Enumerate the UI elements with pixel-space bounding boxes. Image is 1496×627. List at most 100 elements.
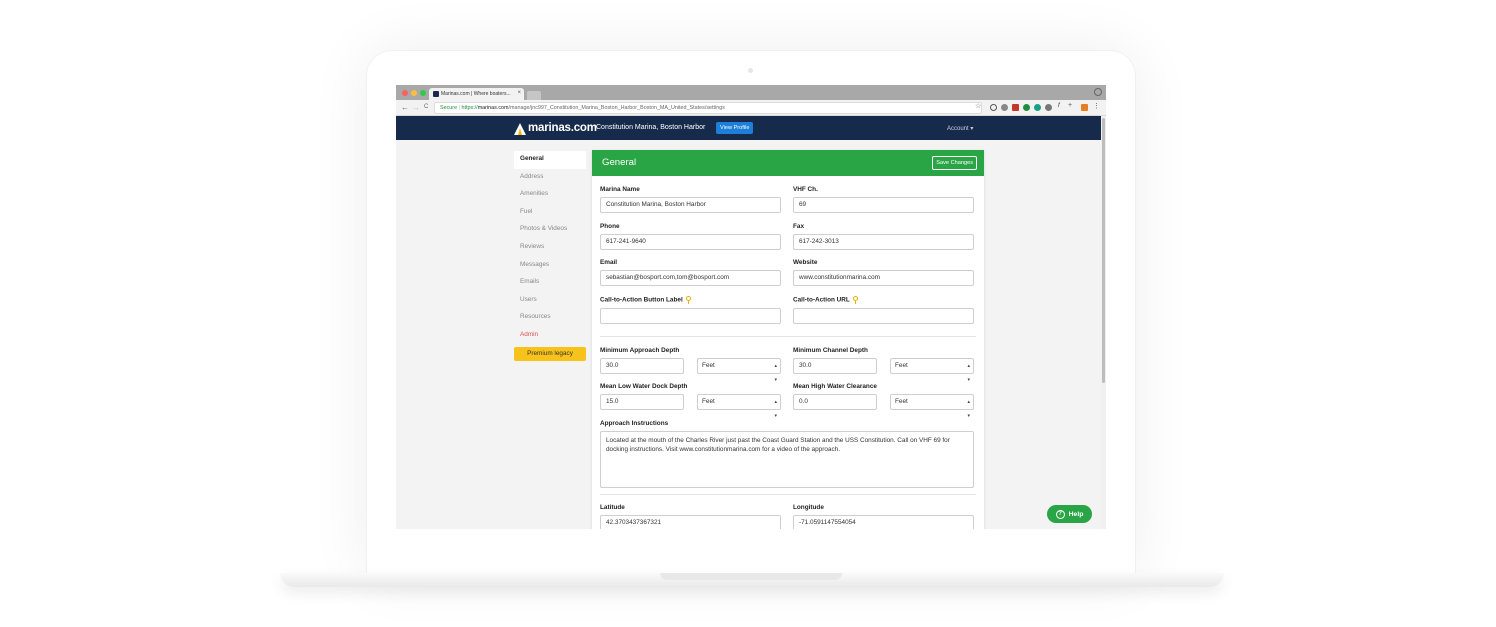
- website-label: Website: [793, 259, 818, 266]
- website-input[interactable]: www.constitutionmarina.com: [793, 270, 974, 286]
- sidebar-item-emails[interactable]: Emails: [514, 274, 586, 292]
- marina-name-label: Marina Name: [600, 186, 640, 193]
- min-approach-depth-unit-select[interactable]: Feet ▴ ▾: [697, 358, 781, 383]
- card-title: General: [602, 157, 637, 168]
- approach-instructions-textarea[interactable]: Located at the mouth of the Charles Rive…: [600, 431, 974, 488]
- key-icon: [852, 296, 858, 304]
- min-approach-depth-input[interactable]: 30.0: [600, 358, 684, 374]
- tab-close-icon[interactable]: ×: [517, 90, 521, 96]
- browser-menu-icon[interactable]: ⋮: [1093, 102, 1100, 110]
- save-changes-button[interactable]: Save Changes: [932, 156, 977, 170]
- vhf-channel-label: VHF Ch.: [793, 186, 818, 193]
- browser-toolbar: ← → C Secure | https://marinas.com/manag…: [396, 100, 1106, 116]
- sidebar-item-general[interactable]: General: [514, 151, 586, 169]
- sidebar-item-resources[interactable]: Resources: [514, 309, 586, 327]
- sidebar-item-amenities[interactable]: Amenities: [514, 186, 586, 204]
- cta-url-input[interactable]: [793, 308, 974, 324]
- camera-dot: [748, 68, 753, 73]
- forward-icon[interactable]: →: [412, 103, 420, 112]
- select-arrows-icon: ▴ ▾: [774, 363, 777, 383]
- account-menu[interactable]: Account ▾: [947, 125, 973, 132]
- phone-label: Phone: [600, 223, 620, 230]
- browser-profile-icon[interactable]: [1094, 88, 1102, 96]
- marina-name-input[interactable]: Constitution Marina, Boston Harbor: [600, 197, 781, 213]
- section-divider: [600, 494, 976, 495]
- premium-legacy-badge[interactable]: Premium legacy: [514, 346, 586, 361]
- brand-name: marinas.com: [528, 122, 597, 134]
- sidebar-item-photos-videos[interactable]: Photos & Videos: [514, 221, 586, 239]
- extension-fx-icon[interactable]: f: [1058, 103, 1065, 110]
- fax-label: Fax: [793, 223, 805, 230]
- screen: Marinas.com | Where boaters... × ← → C S…: [396, 85, 1106, 529]
- sidebar-item-address[interactable]: Address: [514, 169, 586, 187]
- back-icon[interactable]: ←: [401, 103, 409, 112]
- key-icon: [685, 296, 691, 304]
- select-arrows-icon: ▴ ▾: [774, 399, 777, 419]
- url-scheme: https://: [461, 105, 478, 111]
- browser-tab[interactable]: Marinas.com | Where boaters... ×: [429, 88, 524, 100]
- sidebar-item-admin[interactable]: Admin: [514, 327, 586, 345]
- min-channel-depth-input[interactable]: 30.0: [793, 358, 877, 374]
- new-tab-button[interactable]: [527, 91, 541, 100]
- fax-input[interactable]: 617-242-3013: [793, 234, 974, 250]
- approach-instructions-label: Approach Instructions: [600, 420, 669, 427]
- settings-sidebar: General Address Amenities Fuel Photos & …: [514, 151, 586, 361]
- page-scrollbar[interactable]: [1101, 116, 1106, 529]
- extension-shield-icon[interactable]: [1001, 104, 1008, 111]
- min-channel-depth-unit-select[interactable]: Feet ▴ ▾: [890, 358, 974, 383]
- select-arrows-icon: ▴ ▾: [967, 363, 970, 383]
- latitude-input[interactable]: 42.3703437367321: [600, 515, 781, 529]
- reload-icon[interactable]: C: [424, 104, 428, 110]
- extension-grammarly-icon[interactable]: [1034, 104, 1041, 111]
- min-approach-depth-unit: Feet: [702, 362, 715, 369]
- scrollbar-thumb[interactable]: [1102, 118, 1105, 383]
- marina-title: Constitution Marina, Boston Harbor: [596, 124, 706, 131]
- extension-orange-icon[interactable]: [1081, 104, 1088, 111]
- card-header: General Save Changes: [592, 150, 984, 176]
- extension-info-icon[interactable]: [990, 104, 997, 111]
- mhw-clearance-input[interactable]: 0.0: [793, 394, 877, 410]
- help-button[interactable]: ? Help: [1047, 505, 1092, 523]
- browser-tab-bar: Marinas.com | Where boaters... ×: [396, 85, 1106, 100]
- help-label: Help: [1068, 510, 1084, 518]
- extension-gray-icon[interactable]: [1045, 104, 1052, 111]
- email-input[interactable]: sebastian@bosport.com,tom@bosport.com: [600, 270, 781, 286]
- marinas-logo-mark-icon: [514, 122, 526, 135]
- close-window-icon[interactable]: [402, 90, 408, 96]
- bookmark-star-icon[interactable]: ☆: [975, 102, 981, 110]
- address-bar[interactable]: Secure | https://marinas.com/manage/jnc9…: [434, 102, 982, 114]
- laptop-mockup: Marinas.com | Where boaters... × ← → C S…: [0, 0, 1496, 627]
- url-host: marinas.com: [477, 105, 509, 111]
- mlw-dock-depth-unit-select[interactable]: Feet ▴ ▾: [697, 394, 781, 419]
- mlw-dock-depth-unit: Feet: [702, 398, 715, 405]
- marinas-logo[interactable]: marinas.com: [514, 121, 597, 135]
- maximize-window-icon[interactable]: [420, 90, 426, 96]
- extension-green-icon[interactable]: [1023, 104, 1030, 111]
- longitude-label: Longitude: [793, 504, 824, 511]
- email-label: Email: [600, 259, 618, 266]
- sidebar-item-fuel[interactable]: Fuel: [514, 204, 586, 222]
- longitude-input[interactable]: -71.0591147554054: [793, 515, 974, 529]
- website: marinas.com Constitution Marina, Boston …: [396, 116, 1101, 529]
- phone-input[interactable]: 617-241-9640: [600, 234, 781, 250]
- mhw-clearance-unit-select[interactable]: Feet ▴ ▾: [890, 394, 974, 419]
- sidebar-item-messages[interactable]: Messages: [514, 257, 586, 275]
- general-settings-card: General Save Changes Marina Name Constit…: [592, 150, 984, 529]
- mhw-clearance-unit: Feet: [895, 398, 908, 405]
- mlw-dock-depth-input[interactable]: 15.0: [600, 394, 684, 410]
- extension-crosshair-icon[interactable]: +: [1068, 102, 1075, 109]
- sidebar-item-users[interactable]: Users: [514, 292, 586, 310]
- extension-red-icon[interactable]: [1012, 104, 1019, 111]
- min-channel-depth-label: Minimum Channel Depth: [793, 347, 868, 354]
- cta-button-label-input[interactable]: [600, 308, 781, 324]
- min-channel-depth-unit: Feet: [895, 362, 908, 369]
- sidebar-item-reviews[interactable]: Reviews: [514, 239, 586, 257]
- cta-button-label-text: Call-to-Action Button Label: [600, 296, 683, 304]
- marinas-favicon-icon: [433, 91, 439, 97]
- minimize-window-icon[interactable]: [411, 90, 417, 96]
- latitude-label: Latitude: [600, 504, 625, 511]
- vhf-channel-input[interactable]: 69: [793, 197, 974, 213]
- view-profile-button[interactable]: View Profile: [716, 122, 754, 134]
- help-question-icon: ?: [1055, 509, 1065, 519]
- mhw-clearance-label: Mean High Water Clearance: [793, 383, 877, 390]
